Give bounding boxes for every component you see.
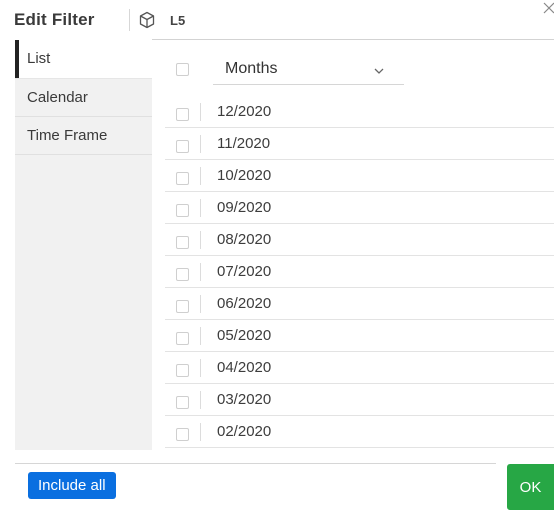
list-item[interactable]: 11/2020 [165,128,554,160]
sidebar-item-calendar[interactable]: Calendar [15,79,152,117]
row-checkbox[interactable] [176,172,189,185]
header-divider [129,9,130,31]
list-item[interactable]: 12/2020 [165,96,554,128]
row-divider [200,135,201,153]
list-item[interactable]: 07/2020 [165,256,554,288]
list-header: Months [152,40,554,100]
row-divider [200,295,201,313]
list-item[interactable]: 03/2020 [165,384,554,416]
footer-divider [15,463,496,464]
sidebar-item-list[interactable]: List [15,40,152,79]
row-divider [200,359,201,377]
row-divider [200,263,201,281]
row-checkbox[interactable] [176,396,189,409]
list-item[interactable]: 08/2020 [165,224,554,256]
row-label: 04/2020 [217,359,272,376]
dialog-header: Edit Filter L5 [0,0,554,40]
member-list[interactable]: 12/2020 11/2020 10/2020 09/2020 08/2020 … [165,96,554,452]
chevron-down-icon [374,68,384,74]
row-label: 05/2020 [217,327,272,344]
list-item[interactable]: 09/2020 [165,192,554,224]
close-icon[interactable] [541,0,554,18]
row-divider [200,327,201,345]
row-checkbox[interactable] [176,140,189,153]
include-all-button[interactable]: Include all [28,472,116,499]
sidebar-item-label: List [27,50,51,67]
row-label: 02/2020 [217,423,272,440]
row-label: 06/2020 [217,295,272,312]
list-item[interactable]: 04/2020 [165,352,554,384]
row-checkbox[interactable] [176,108,189,121]
row-checkbox[interactable] [176,268,189,281]
row-checkbox[interactable] [176,300,189,313]
row-divider [200,231,201,249]
list-item[interactable]: 06/2020 [165,288,554,320]
row-divider [200,103,201,121]
row-label: 11/2020 [217,135,271,152]
sidebar-item-label: Calendar [27,89,88,106]
cube-icon [139,11,155,29]
row-divider [200,391,201,409]
dialog-title: Edit Filter [14,10,95,29]
row-label: 07/2020 [217,263,272,280]
model-name: L5 [170,13,186,28]
list-item[interactable]: 02/2020 [165,416,554,448]
row-divider [200,199,201,217]
row-checkbox[interactable] [176,204,189,217]
row-checkbox[interactable] [176,364,189,377]
row-label: 10/2020 [217,167,272,184]
row-label: 09/2020 [217,199,272,216]
list-item[interactable]: 05/2020 [165,320,554,352]
row-checkbox[interactable] [176,236,189,249]
row-label: 08/2020 [217,231,272,248]
select-all-checkbox[interactable] [176,63,189,76]
row-label: 03/2020 [217,391,272,408]
sidebar-item-time-frame[interactable]: Time Frame [15,117,152,155]
row-checkbox[interactable] [176,428,189,441]
list-item[interactable]: 10/2020 [165,160,554,192]
dimension-select-value: Months [225,60,278,77]
row-divider [200,167,201,185]
ok-button[interactable]: OK [507,464,554,510]
row-divider [200,423,201,441]
row-checkbox[interactable] [176,332,189,345]
sidebar-item-label: Time Frame [27,127,108,144]
row-label: 12/2020 [217,103,272,120]
filter-type-sidebar: List Calendar Time Frame [15,40,152,450]
dimension-select[interactable]: Months [213,58,404,85]
